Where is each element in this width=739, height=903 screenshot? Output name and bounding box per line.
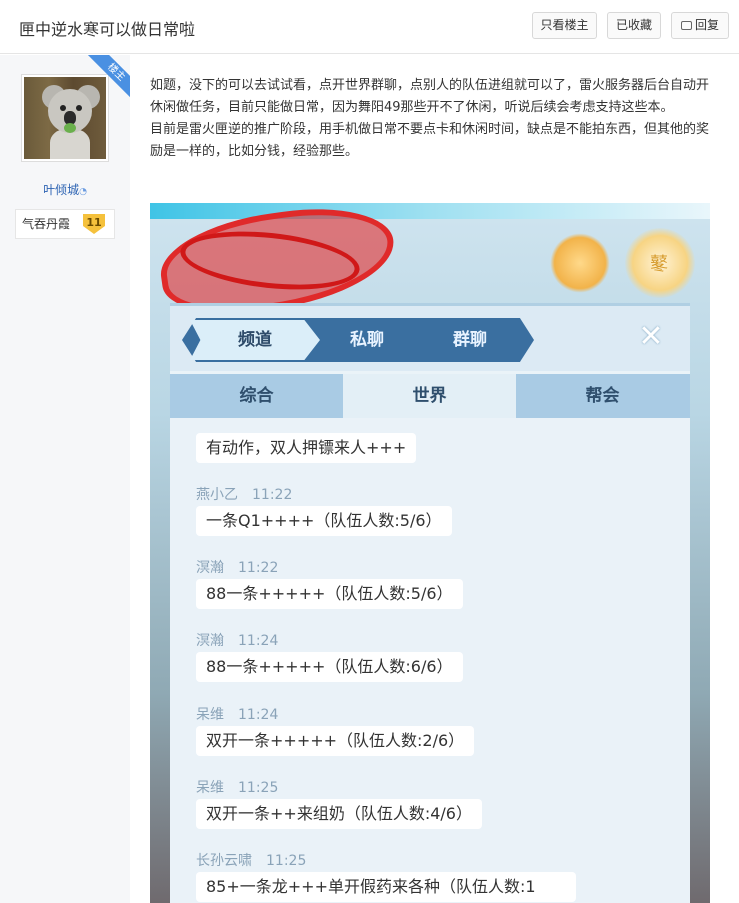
subtab-world[interactable]: 世界 bbox=[343, 374, 516, 418]
chat-message[interactable]: 呆维 11:25 双开一条++来组奶（队伍人数:4/6） bbox=[196, 777, 482, 829]
tab-private-chat[interactable]: 私聊 bbox=[350, 320, 384, 360]
chat-message[interactable]: 溟瀚 11:24 88一条+++++（队伍人数:6/6） bbox=[196, 630, 463, 682]
level-badge-icon: 11 bbox=[83, 214, 105, 234]
message-text: 一条Q1++++（队伍人数:5/6） bbox=[196, 506, 452, 536]
user-type-icon: ◔ bbox=[79, 187, 87, 197]
reply-button[interactable]: 回复 bbox=[671, 12, 729, 39]
sender-name: 溟瀚 bbox=[196, 560, 224, 576]
message-text: 双开一条+++++（队伍人数:2/6） bbox=[196, 726, 475, 756]
sender-name: 呆维 bbox=[196, 707, 224, 723]
chat-message[interactable]: 溟瀚 11:22 88一条+++++（队伍人数:5/6） bbox=[196, 557, 463, 609]
message-time: 11:25 bbox=[266, 853, 307, 869]
tab-group-chat[interactable]: 群聊 bbox=[453, 320, 487, 360]
author-name-link[interactable]: 叶倾城◔ bbox=[0, 181, 130, 198]
sender-name: 长孙云啸 bbox=[196, 853, 252, 869]
close-icon[interactable]: ✕ bbox=[636, 322, 666, 352]
chat-message[interactable]: 呆维 11:24 双开一条+++++（队伍人数:2/6） bbox=[196, 704, 475, 756]
post-image[interactable]: 鼕 频道 私聊 群聊 ✕ 综合 世界 帮会 有动作，双人押镖来人+++ 燕小乙 1… bbox=[150, 203, 710, 903]
message-time: 11:24 bbox=[238, 633, 279, 649]
message-text: 88一条+++++（队伍人数:6/6） bbox=[196, 652, 463, 682]
message-time: 11:22 bbox=[238, 560, 279, 576]
game-chat-panel: 频道 私聊 群聊 ✕ 综合 世界 帮会 有动作，双人押镖来人+++ 燕小乙 11:… bbox=[170, 303, 690, 903]
chat-message-list: 有动作，双人押镖来人+++ 燕小乙 11:22 一条Q1++++（队伍人数:5/6… bbox=[170, 418, 690, 903]
lantern-decoration bbox=[550, 233, 610, 293]
message-time: 11:22 bbox=[252, 487, 293, 503]
sender-name: 燕小乙 bbox=[196, 487, 238, 503]
message-time: 11:24 bbox=[238, 707, 279, 723]
post-paragraph: 目前是雷火匣逆的推广阶段，用手机做日常不要点卡和休闲时间，缺点是不能拍东西，但其… bbox=[150, 122, 710, 159]
reply-label: 回复 bbox=[694, 18, 719, 32]
author-name: 叶倾城 bbox=[43, 183, 80, 197]
favorite-button[interactable]: 已收藏 bbox=[607, 12, 661, 39]
message-time: 11:25 bbox=[238, 780, 279, 796]
thread-header: 匣中逆水寒可以做日常啦 只看楼主 已收藏 回复 bbox=[0, 0, 739, 54]
post-content: 如题，没下的可以去试试看，点开世界群聊，点别人的队伍进组就可以了，雷火服务器后台… bbox=[150, 75, 720, 163]
message-text: 双开一条++来组奶（队伍人数:4/6） bbox=[196, 799, 482, 829]
subtab-guild[interactable]: 帮会 bbox=[516, 374, 689, 418]
chat-message[interactable]: 燕小乙 11:22 一条Q1++++（队伍人数:5/6） bbox=[196, 484, 452, 536]
user-level[interactable]: 气吞丹霞 11 bbox=[15, 209, 115, 239]
message-text: 85+一条龙+++单开假药来各种（队伍人数:1 bbox=[196, 872, 576, 902]
comment-icon bbox=[680, 21, 692, 30]
op-badge: 楼主 bbox=[87, 55, 130, 98]
author-panel: 楼主 叶倾城◔ 气吞丹霞 11 bbox=[0, 55, 130, 903]
sender-name: 溟瀚 bbox=[196, 633, 224, 649]
thread-title: 匣中逆水寒可以做日常啦 bbox=[19, 20, 196, 39]
chat-message[interactable]: 长孙云啸 11:25 85+一条龙+++单开假药来各种（队伍人数:1 bbox=[196, 850, 576, 903]
post-paragraph: 如题，没下的可以去试试看，点开世界群聊，点别人的队伍进组就可以了，雷火服务器后台… bbox=[150, 78, 710, 115]
level-name: 气吞丹霞 bbox=[22, 217, 71, 231]
subtab-general[interactable]: 综合 bbox=[170, 374, 343, 418]
tab-channel[interactable]: 频道 bbox=[190, 320, 320, 360]
chat-message[interactable]: 有动作，双人押镖来人+++ bbox=[196, 433, 417, 463]
only-op-button[interactable]: 只看楼主 bbox=[532, 12, 597, 39]
drum-decoration: 鼕 bbox=[625, 228, 695, 298]
message-text: 有动作，双人押镖来人+++ bbox=[196, 433, 417, 463]
sender-name: 呆维 bbox=[196, 780, 224, 796]
message-text: 88一条+++++（队伍人数:5/6） bbox=[196, 579, 463, 609]
